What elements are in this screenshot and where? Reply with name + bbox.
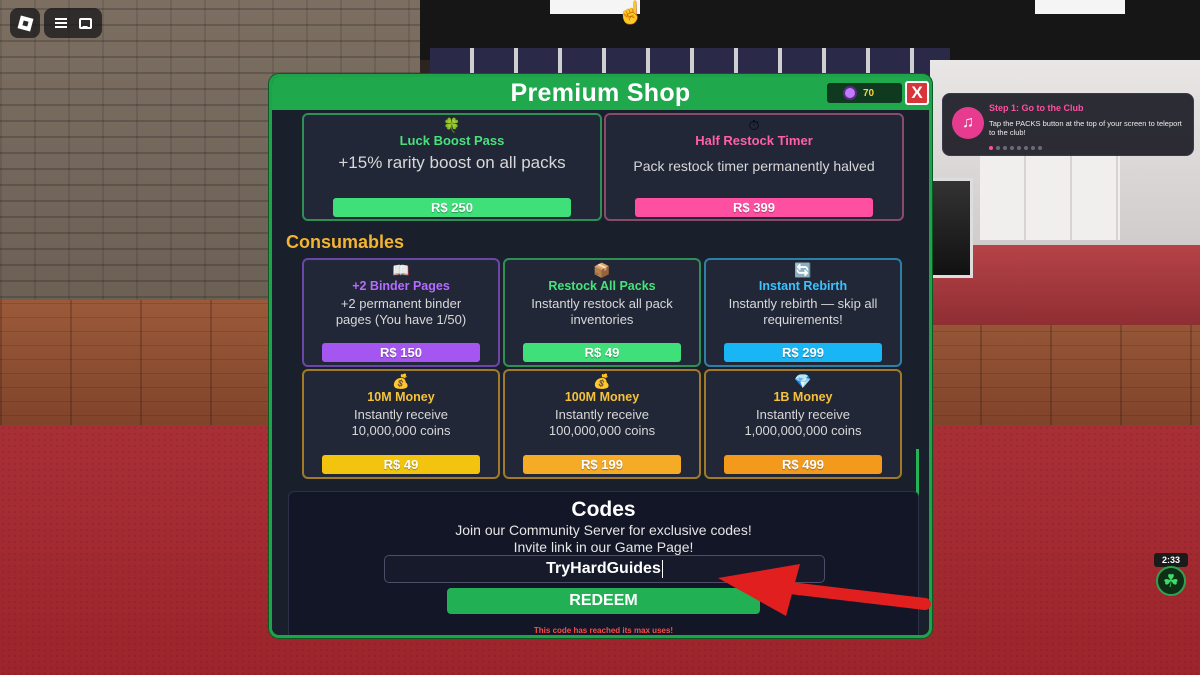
luck-boost-buy-button[interactable]: R$ 250: [333, 198, 571, 217]
item-description-line1: Instantly rebirth — skip all: [728, 296, 878, 311]
stopwatch-icon: ⏱: [748, 117, 760, 133]
item-description-line1: Instantly receive: [756, 407, 850, 422]
tutorial-notification[interactable]: ♫ Step 1: Go to the Club Tap the PACKS b…: [942, 93, 1194, 156]
money-bag-icon: 💰: [392, 373, 410, 389]
refresh-icon: 🔄: [794, 262, 812, 278]
progress-dot: [1024, 146, 1028, 150]
hamburger-menu-icon[interactable]: [54, 18, 67, 28]
premium-shop-window: Premium Shop 70 X 🍀 Luck Boost Pass +15%…: [269, 74, 932, 638]
code-error-message: This code has reached its max uses!: [533, 626, 674, 635]
progress-dot: [1003, 146, 1007, 150]
restock-all-packs-card[interactable]: 📦 Restock All Packs Instantly restock al…: [503, 258, 701, 367]
item-name: Restock All Packs: [548, 279, 656, 293]
wall-poster: [925, 178, 973, 278]
codes-info-line2: Invite link in our Game Page!: [513, 539, 694, 555]
progress-dot: [996, 146, 1000, 150]
code-input-value: TryHardGuides: [546, 560, 661, 577]
text-caret: [661, 560, 663, 578]
pass-description: Pack restock timer permanently halved: [633, 158, 875, 174]
wall-shelves: [980, 150, 1120, 240]
pass-description: +15% rarity boost on all packs: [338, 153, 566, 172]
item-description-line1: Instantly restock all pack: [531, 296, 673, 311]
currency-amount: 70: [863, 87, 875, 99]
code-input-field[interactable]: TryHardGuides: [384, 555, 825, 583]
item-description-line2: 1,000,000,000 coins: [744, 423, 862, 438]
1b-money-buy-button[interactable]: R$ 499: [724, 455, 882, 474]
progress-dot: [1031, 146, 1035, 150]
instant-rebirth-card[interactable]: 🔄 Instant Rebirth Instantly rebirth — sk…: [704, 258, 902, 367]
item-name: 10M Money: [367, 390, 435, 404]
10m-money-card[interactable]: 💰 10M Money Instantly receive 10,000,000…: [302, 369, 500, 479]
item-description-line1: +2 permanent binder: [340, 296, 462, 311]
chat-icon[interactable]: [78, 17, 92, 29]
codes-info-line1: Join our Community Server for exclusive …: [455, 522, 752, 538]
roblox-menu-button[interactable]: [10, 8, 40, 38]
pass-name: Luck Boost Pass: [399, 133, 505, 148]
half-restock-timer-card[interactable]: ⏱ Half Restock Timer Pack restock timer …: [604, 113, 904, 221]
hand-cursor-icon: ☝: [617, 0, 645, 25]
roblox-toolbar: [44, 8, 102, 38]
notification-progress-dots: [989, 146, 1042, 150]
clover-icon[interactable]: ☘: [1156, 566, 1186, 596]
instant-rebirth-buy-button[interactable]: R$ 299: [724, 343, 882, 362]
binder-pages-buy-button[interactable]: R$ 150: [322, 343, 480, 362]
money-bag-icon: 💰: [593, 373, 611, 389]
book-icon: 📖: [392, 262, 410, 278]
luck-boost-pass-card[interactable]: 🍀 Luck Boost Pass +15% rarity boost on a…: [302, 113, 602, 221]
clover-icon: 🍀: [443, 117, 461, 133]
10m-money-buy-button[interactable]: R$ 49: [322, 455, 480, 474]
half-restock-buy-button[interactable]: R$ 399: [635, 198, 873, 217]
progress-dot: [1038, 146, 1042, 150]
box-icon: 📦: [593, 262, 611, 278]
codes-section: Codes Join our Community Server for excl…: [288, 491, 919, 635]
progress-dot: [1017, 146, 1021, 150]
music-note-icon: ♫: [952, 107, 984, 139]
item-description-line1: Instantly receive: [555, 407, 649, 422]
item-description-line1: Instantly receive: [354, 407, 448, 422]
item-name: +2 Binder Pages: [352, 279, 450, 293]
item-name: 100M Money: [564, 390, 640, 404]
shop-title: Premium Shop: [510, 79, 691, 107]
item-name: Instant Rebirth: [758, 279, 848, 293]
item-description-line2: 10,000,000 coins: [351, 423, 451, 438]
roblox-logo-icon: [17, 15, 33, 31]
close-button[interactable]: X: [905, 81, 929, 105]
notification-body: Tap the PACKS button at the top of your …: [989, 119, 1182, 137]
progress-dot: [989, 146, 993, 150]
item-description-line2: 100,000,000 coins: [548, 423, 656, 438]
pass-name: Half Restock Timer: [695, 133, 813, 148]
100m-money-buy-button[interactable]: R$ 199: [523, 455, 681, 474]
item-description-line2: pages (You have 1/50): [335, 312, 467, 327]
1b-money-card[interactable]: 💎 1B Money Instantly receive 1,000,000,0…: [704, 369, 902, 479]
currency-display: 70: [827, 83, 902, 103]
diamond-icon: 💎: [794, 373, 812, 389]
100m-money-card[interactable]: 💰 100M Money Instantly receive 100,000,0…: [503, 369, 701, 479]
item-description-line2: requirements!: [763, 312, 843, 327]
redeem-button[interactable]: REDEEM: [447, 588, 760, 614]
timer-display: 2:33: [1154, 553, 1188, 567]
binder-pages-card[interactable]: 📖 +2 Binder Pages +2 permanent binder pa…: [302, 258, 500, 367]
item-name: 1B Money: [773, 390, 833, 404]
gem-icon: [845, 88, 855, 98]
progress-dot: [1010, 146, 1014, 150]
consumables-heading: Consumables: [286, 232, 405, 252]
restock-all-buy-button[interactable]: R$ 49: [523, 343, 681, 362]
item-description-line2: inventories: [570, 312, 634, 327]
notification-title: Step 1: Go to the Club: [989, 103, 1084, 113]
codes-title: Codes: [571, 498, 636, 521]
ceiling-light: [1035, 0, 1125, 14]
